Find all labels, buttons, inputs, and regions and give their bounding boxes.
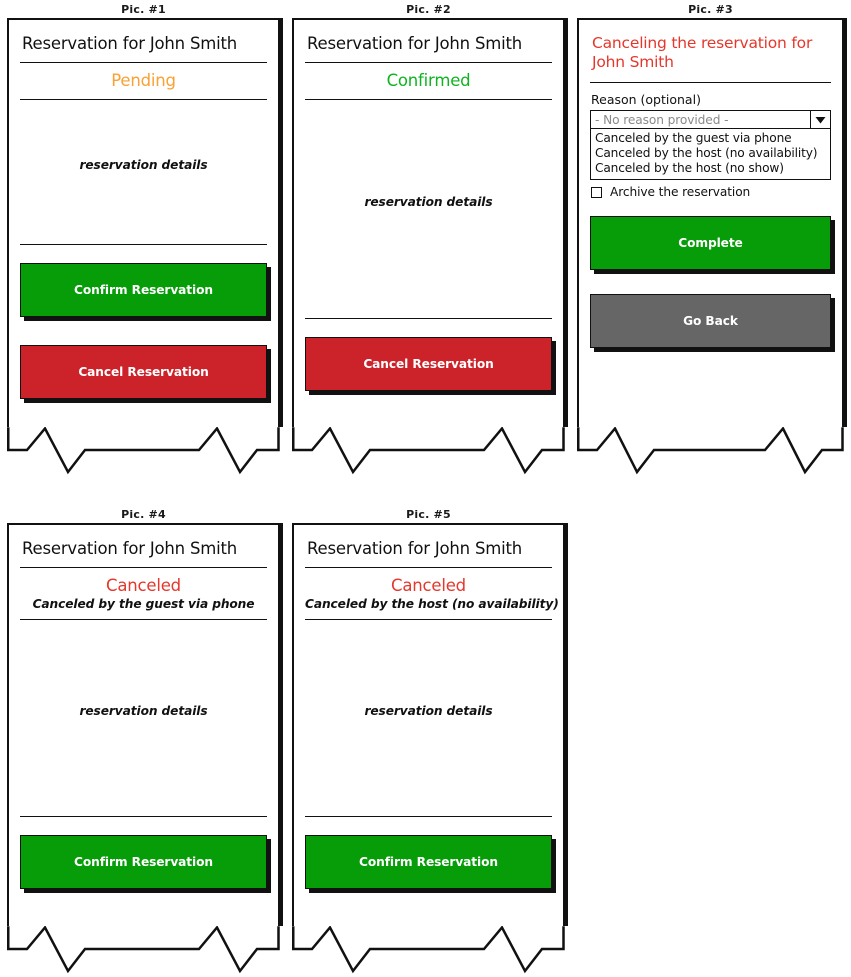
reason-option[interactable]: Canceled by the host (no availability): [591, 146, 830, 161]
torn-paper-edge: [7, 925, 280, 974]
torn-paper-edge: [7, 426, 280, 475]
reservation-card-pending: Reservation for John Smith Pending reser…: [7, 18, 280, 427]
confirm-reservation-button[interactable]: Confirm Reservation: [20, 263, 267, 317]
reservation-details-pane: reservation details: [305, 620, 552, 816]
cancel-reservation-dialog: Canceling the reservation for John Smith…: [577, 18, 844, 427]
status-reason-text: Canceled by the guest via phone: [32, 597, 255, 611]
status-badge: Canceled: [106, 576, 181, 595]
status-badge: Pending: [111, 71, 176, 90]
pic-1-caption: Pic. #1: [121, 3, 166, 16]
reason-select-value: - No reason provided -: [595, 112, 729, 127]
reservation-details-pane: reservation details: [20, 100, 267, 244]
archive-reservation-checkbox-row[interactable]: Archive the reservation: [590, 180, 831, 199]
pic-3: Pic. #3 Canceling the reservation for Jo…: [577, 2, 844, 475]
page-title: Reservation for John Smith: [307, 539, 523, 558]
pic-5-card-wrap: Reservation for John Smith Canceled Canc…: [292, 523, 565, 974]
torn-paper-edge: [292, 426, 565, 475]
confirm-reservation-label: Confirm Reservation: [359, 855, 498, 869]
divider: [305, 318, 552, 319]
pic-4-caption: Pic. #4: [121, 508, 166, 521]
reservation-details-text: reservation details: [79, 704, 208, 718]
status-badge: Canceled: [391, 576, 466, 595]
cancel-reservation-button[interactable]: Cancel Reservation: [305, 337, 552, 391]
pic-1: Pic. #1 Reservation for John Smith Pendi…: [7, 2, 280, 475]
reservation-details-text: reservation details: [364, 195, 493, 209]
page-title: Reservation for John Smith: [22, 34, 238, 53]
pic-3-caption: Pic. #3: [688, 3, 733, 16]
page-title: Reservation for John Smith: [307, 34, 523, 53]
complete-button[interactable]: Complete: [590, 216, 831, 270]
pic-2-caption: Pic. #2: [406, 3, 451, 16]
cancel-reservation-button[interactable]: Cancel Reservation: [20, 345, 267, 399]
pic-5-caption: Pic. #5: [406, 508, 451, 521]
confirm-reservation-button[interactable]: Confirm Reservation: [305, 835, 552, 889]
pic-2-card-wrap: Reservation for John Smith Confirmed res…: [292, 18, 565, 475]
reservation-details-pane: reservation details: [305, 100, 552, 318]
reservation-details-pane: reservation details: [20, 620, 267, 816]
torn-paper-edge: [577, 426, 844, 475]
reservation-details-text: reservation details: [364, 704, 493, 718]
status-reason-text: Canceled by the host (no availability): [305, 597, 559, 611]
complete-label: Complete: [678, 236, 743, 250]
confirm-reservation-button[interactable]: Confirm Reservation: [20, 835, 267, 889]
status-badge: Confirmed: [386, 71, 471, 90]
confirm-reservation-label: Confirm Reservation: [74, 283, 213, 297]
reason-option[interactable]: Canceled by the host (no show): [591, 161, 830, 176]
pic-5: Pic. #5 Reservation for John Smith Cance…: [292, 507, 565, 974]
go-back-button[interactable]: Go Back: [590, 294, 831, 348]
archive-reservation-checkbox[interactable]: [591, 186, 602, 198]
reason-option[interactable]: Canceled by the guest via phone: [591, 131, 830, 146]
divider: [305, 816, 552, 817]
go-back-label: Go Back: [683, 314, 738, 328]
cancel-reservation-label: Cancel Reservation: [363, 357, 494, 371]
divider: [20, 244, 267, 245]
archive-reservation-label: Archive the reservation: [610, 185, 751, 199]
page-title: Canceling the reservation for John Smith: [592, 34, 813, 71]
pic-1-card-wrap: Reservation for John Smith Pending reser…: [7, 18, 280, 475]
reservation-card-confirmed: Reservation for John Smith Confirmed res…: [292, 18, 565, 427]
cancel-reservation-label: Cancel Reservation: [78, 365, 209, 379]
pic-2: Pic. #2 Reservation for John Smith Confi…: [292, 2, 565, 475]
pic-4: Pic. #4 Reservation for John Smith Cance…: [7, 507, 280, 974]
reason-select-options[interactable]: Canceled by the guest via phone Canceled…: [590, 129, 831, 180]
page-title: Reservation for John Smith: [22, 539, 238, 558]
reservation-details-text: reservation details: [79, 158, 208, 172]
reservation-card-canceled-host: Reservation for John Smith Canceled Canc…: [292, 523, 565, 926]
reservation-card-canceled-guest: Reservation for John Smith Canceled Canc…: [7, 523, 280, 926]
confirm-reservation-label: Confirm Reservation: [74, 855, 213, 869]
torn-paper-edge: [292, 925, 565, 974]
reason-field-label: Reason (optional): [591, 92, 701, 107]
chevron-down-icon[interactable]: [810, 111, 830, 128]
divider: [20, 816, 267, 817]
wireframe-board: Pic. #1 Reservation for John Smith Pendi…: [0, 0, 851, 974]
pic-4-card-wrap: Reservation for John Smith Canceled Canc…: [7, 523, 280, 974]
pic-3-card-wrap: Canceling the reservation for John Smith…: [577, 18, 844, 475]
reason-select[interactable]: - No reason provided -: [590, 110, 831, 129]
